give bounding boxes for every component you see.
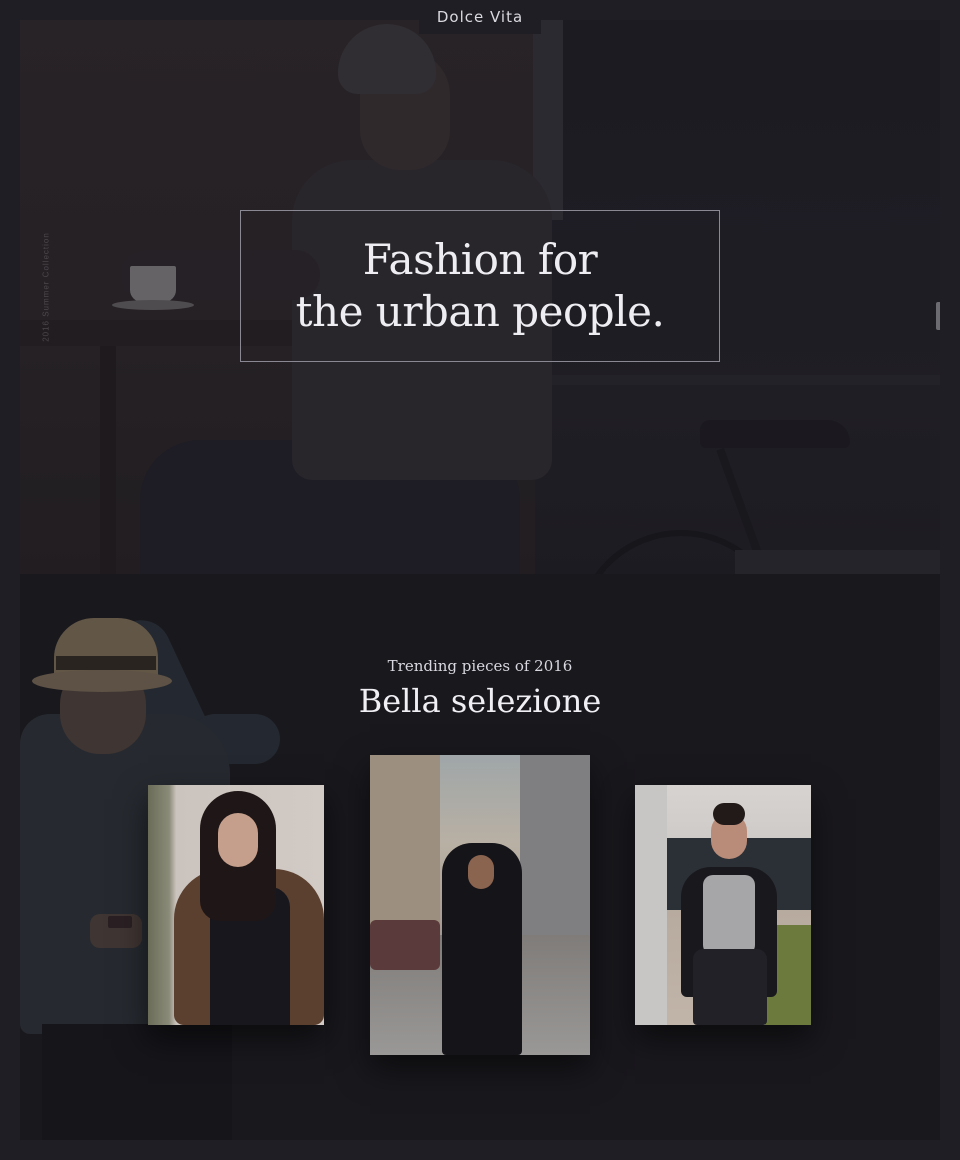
card-1-face: [218, 813, 258, 867]
card-3-wall: [635, 785, 667, 1025]
card-3-hair-bun: [713, 803, 745, 825]
card-3-leather-skirt: [693, 949, 767, 1025]
card-2-face: [468, 855, 494, 889]
brand-name[interactable]: Dolce Vita: [437, 8, 523, 26]
collection-side-label: 2016 Summer Collection: [41, 232, 51, 342]
product-card-3[interactable]: [635, 785, 811, 1025]
hero-headline-line-1: Fashion for: [362, 235, 598, 284]
card-2-building-right: [520, 755, 590, 965]
slider-next-handle[interactable]: [936, 302, 940, 330]
product-card-1[interactable]: [148, 785, 324, 1025]
hat-model-pants: [42, 1024, 232, 1140]
section-title: Bella selezione: [358, 682, 602, 720]
card-2-parked-cars: [370, 920, 440, 970]
phone-icon: [108, 916, 132, 928]
product-card-2[interactable]: [370, 755, 590, 1055]
section-kicker: Trending pieces of 2016: [387, 657, 573, 675]
trending-section: Trending pieces of 2016 Bella selezione: [20, 574, 940, 1140]
brand-logo[interactable]: Dolce Vita: [419, 0, 541, 34]
hero-headline-box: Fashion for the urban people.: [240, 210, 720, 362]
hero-headline-line-2: the urban people.: [295, 287, 665, 336]
card-3-grey-tee: [703, 875, 755, 955]
